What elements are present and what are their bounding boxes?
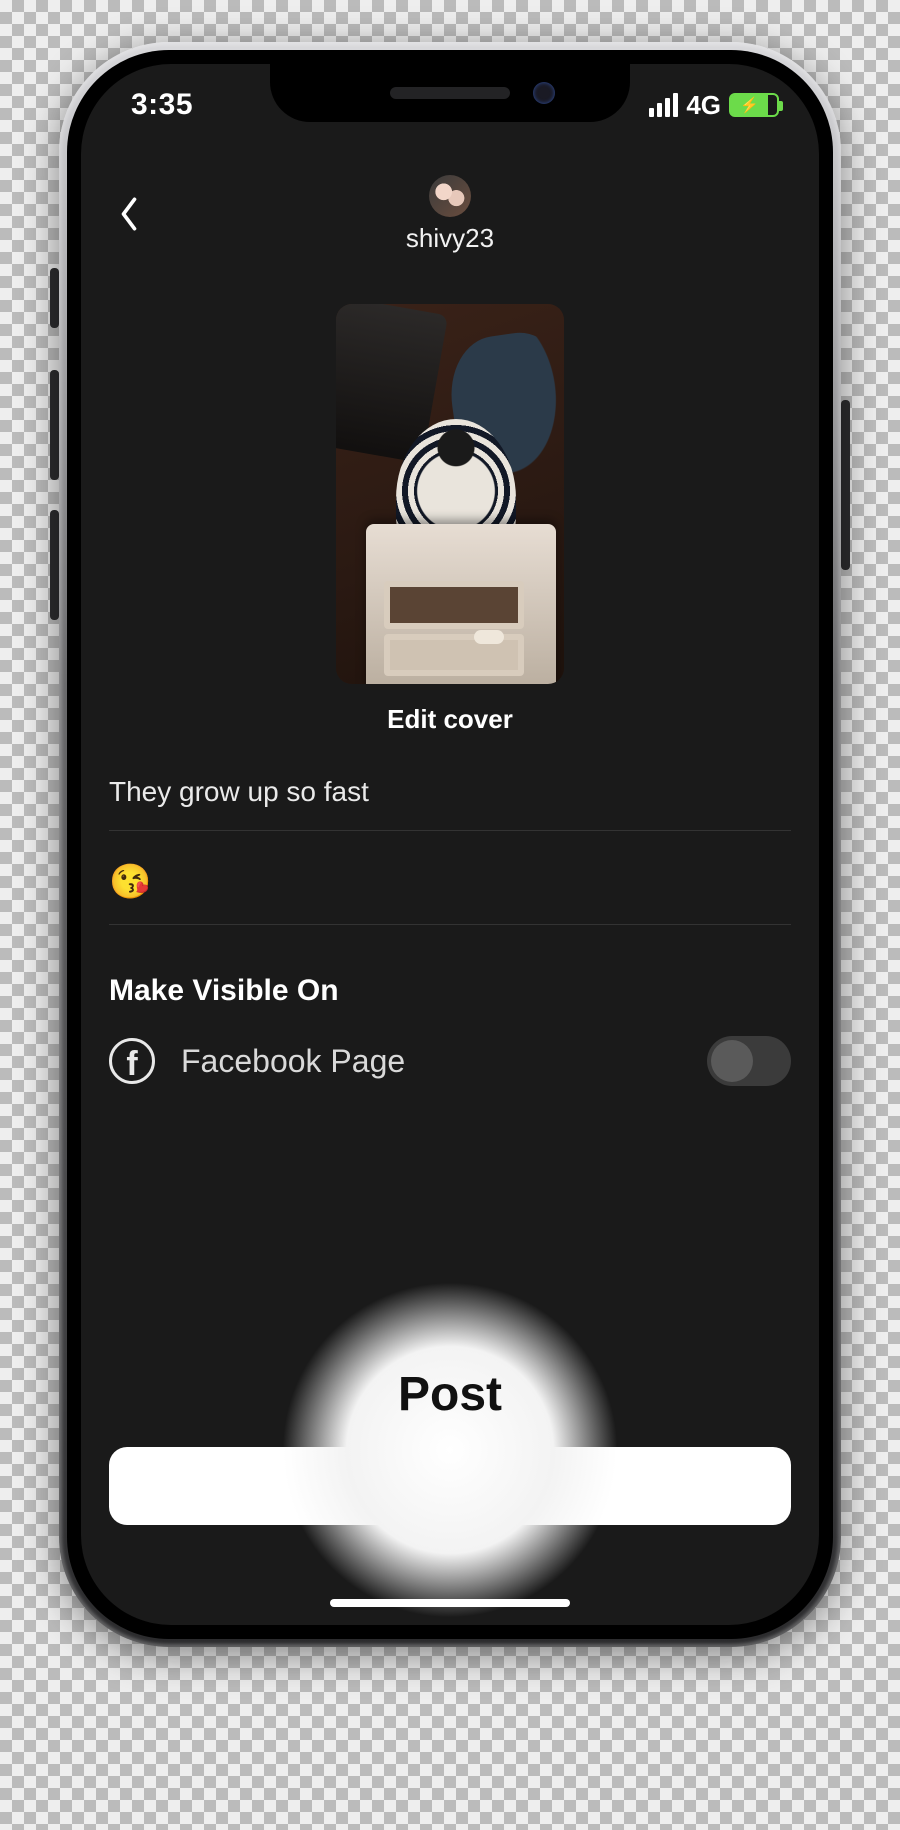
header: shivy23 <box>81 154 819 274</box>
post-button-label: Post <box>398 1367 502 1422</box>
avatar[interactable] <box>429 175 471 217</box>
divider <box>109 830 791 831</box>
post-button-highlight: Post <box>235 1235 665 1625</box>
phone-frame: 3:35 4G ⚡ shivy23 <box>59 42 841 1647</box>
divider <box>109 924 791 925</box>
chevron-left-icon <box>118 195 140 233</box>
emoji-field[interactable]: 😘 <box>109 850 791 925</box>
caption-field[interactable]: They grow up so fast <box>109 776 791 831</box>
visibility-section: Make Visible On f Facebook Page <box>109 974 791 1086</box>
facebook-icon: f <box>109 1038 155 1084</box>
speaker-grill <box>390 87 510 99</box>
username-label: shivy23 <box>406 223 494 254</box>
visibility-heading: Make Visible On <box>109 974 791 1008</box>
status-time: 3:35 <box>131 88 193 122</box>
cover-thumbnail[interactable] <box>336 304 564 684</box>
side-power-button <box>841 400 850 570</box>
facebook-toggle[interactable] <box>707 1036 791 1086</box>
screen: 3:35 4G ⚡ shivy23 <box>81 64 819 1625</box>
back-button[interactable] <box>109 194 149 234</box>
network-type-label: 4G <box>686 90 721 121</box>
visibility-row-label: Facebook Page <box>181 1043 681 1080</box>
front-camera <box>533 82 555 104</box>
post-button[interactable] <box>109 1447 791 1525</box>
home-indicator[interactable] <box>330 1599 570 1607</box>
cellular-signal-icon <box>649 93 678 117</box>
edit-cover-button[interactable]: Edit cover <box>387 704 513 735</box>
mute-switch <box>50 268 59 328</box>
volume-down-button <box>50 510 59 620</box>
caption-text: They grow up so fast <box>109 776 791 830</box>
emoji-value: 😘 <box>109 850 791 924</box>
visibility-row-facebook: f Facebook Page <box>109 1036 791 1086</box>
volume-up-button <box>50 370 59 480</box>
battery-charging-icon: ⚡ <box>729 93 779 117</box>
notch <box>270 64 630 122</box>
